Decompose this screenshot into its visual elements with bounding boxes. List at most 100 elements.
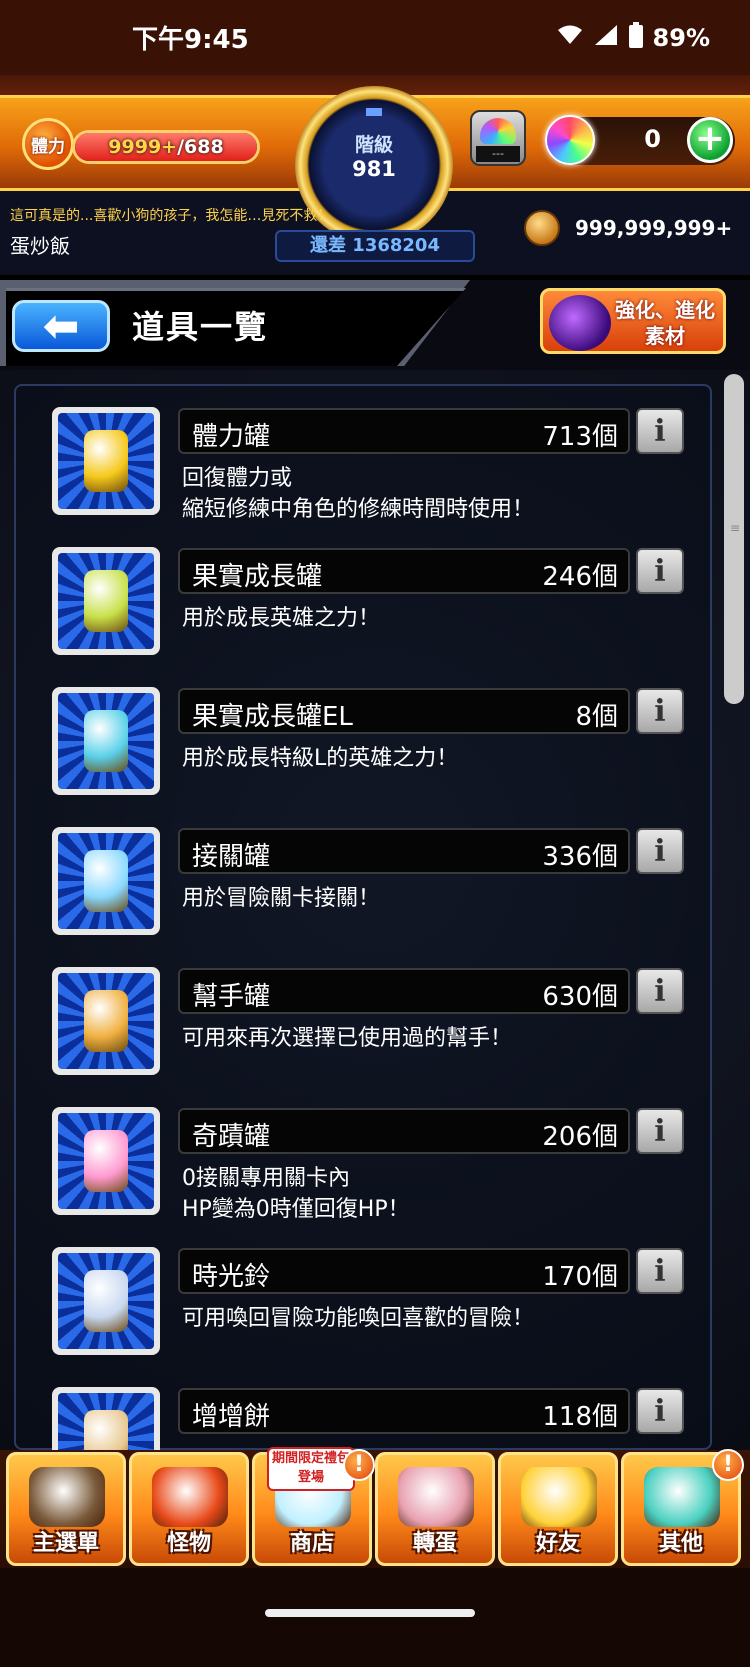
- item-glyph: [84, 570, 128, 632]
- monster-icon: [152, 1467, 228, 1527]
- stamina-can-icon[interactable]: [52, 407, 160, 515]
- home-indicator[interactable]: [265, 1609, 475, 1617]
- item-glyph: [84, 1270, 128, 1332]
- item-count: 118個: [542, 1402, 618, 1432]
- nav-button[interactable]: 商店 期間限定禮包登場!: [252, 1447, 375, 1566]
- scroll-grip-icon: ≡: [730, 521, 741, 535]
- continue-jar-icon[interactable]: [52, 827, 160, 935]
- exp-remaining: 還差 1368204: [275, 230, 475, 262]
- info-icon: i: [654, 1113, 666, 1149]
- item-row[interactable]: 幫手罐 630個 i 可用來再次選擇已使用過的幫手！: [50, 967, 690, 1078]
- nav-label: 商店: [289, 1531, 334, 1556]
- wifi-icon: [557, 24, 583, 52]
- time-bell-icon[interactable]: [52, 1247, 160, 1355]
- info-button[interactable]: i: [636, 968, 684, 1014]
- info-icon: i: [654, 553, 666, 589]
- item-name-bar: 增增餅 118個: [178, 1388, 630, 1434]
- nav-label: 怪物: [166, 1531, 211, 1556]
- rank-label: 階級: [354, 134, 393, 156]
- nav-label: 其他: [658, 1531, 703, 1556]
- add-orbs-button[interactable]: +: [687, 117, 733, 163]
- item-glyph: [84, 1130, 128, 1192]
- back-button[interactable]: ⬅: [12, 300, 110, 352]
- system-nav-area: [0, 1568, 750, 1667]
- info-button[interactable]: i: [636, 548, 684, 594]
- gacha-machine-icon[interactable]: ---: [470, 110, 526, 166]
- page-title: 道具一覽: [132, 308, 269, 346]
- item-glyph: [84, 850, 128, 912]
- item-count: 8個: [575, 702, 618, 732]
- item-name: 體力罐: [192, 422, 271, 452]
- fruit-growth-bottle-icon[interactable]: [52, 547, 160, 655]
- item-description: 0接關專用關卡內 HP變為0時僅回復HP！: [182, 1166, 410, 1222]
- stamina-current: 9999+: [108, 136, 178, 158]
- info-icon: i: [654, 1393, 666, 1429]
- info-button[interactable]: i: [636, 688, 684, 734]
- info-button[interactable]: i: [636, 828, 684, 874]
- item-name: 接關罐: [192, 842, 271, 872]
- limited-offer-badge: 期間限定禮包登場: [267, 1447, 355, 1491]
- status-bar: 下午9:45 89%: [0, 0, 750, 75]
- orb-count: 0: [644, 125, 661, 153]
- info-icon: i: [654, 973, 666, 1009]
- info-button[interactable]: i: [636, 1388, 684, 1434]
- title-bar: ⬅ 道具一覽 強化、進化素材: [0, 280, 750, 370]
- item-count: 206個: [542, 1122, 618, 1152]
- item-name-bar: 果實成長罐EL 8個: [178, 688, 630, 734]
- scrollbar[interactable]: ≡: [722, 374, 744, 1450]
- gacha-characters-icon: [398, 1467, 474, 1527]
- gacha-screen: ---: [476, 146, 520, 162]
- item-name: 增增餅: [192, 1402, 271, 1432]
- info-button[interactable]: i: [636, 1108, 684, 1154]
- item-name-bar: 體力罐 713個: [178, 408, 630, 454]
- item-glyph: [84, 430, 128, 492]
- materials-button[interactable]: 強化、進化素材: [540, 288, 726, 354]
- item-row[interactable]: 體力罐 713個 i 回復體力或 縮短修練中角色的修練時間時使用！: [50, 407, 690, 522]
- item-list[interactable]: 體力罐 713個 i 回復體力或 縮短修練中角色的修練時間時使用！ 果實成長罐 246個 i…: [14, 384, 712, 1495]
- alert-icon: !: [343, 1449, 375, 1481]
- item-count: 170個: [542, 1262, 618, 1292]
- item-name: 奇蹟罐: [192, 1122, 271, 1152]
- nav-button[interactable]: 其他!: [621, 1449, 744, 1566]
- scroll-thumb[interactable]: ≡: [724, 374, 744, 704]
- stamina-bar[interactable]: 9999+ /688: [72, 130, 260, 164]
- miracle-heart-jar-icon[interactable]: [52, 1107, 160, 1215]
- nav-button[interactable]: 主選單: [6, 1452, 126, 1566]
- back-arrow-icon: ⬅: [42, 300, 80, 352]
- item-row[interactable]: 果實成長罐EL 8個 i 用於成長特級L的英雄之力！: [50, 687, 690, 798]
- helper-jar-icon[interactable]: [52, 967, 160, 1075]
- alert-icon: !: [712, 1449, 744, 1481]
- item-count: 630個: [542, 982, 618, 1012]
- rank-up-icon: [366, 108, 382, 116]
- item-count: 246個: [542, 562, 618, 592]
- stamina-icon: 體力: [22, 118, 74, 170]
- item-row[interactable]: 時光鈴 170個 i 可用喚回冒險功能喚回喜歡的冒險！: [50, 1247, 690, 1358]
- info-icon: i: [654, 413, 666, 449]
- item-row[interactable]: 果實成長罐 246個 i 用於成長英雄之力！: [50, 547, 690, 658]
- battery-percent: 89%: [652, 23, 710, 52]
- rainbow-orb-icon: [545, 115, 595, 165]
- nav-button[interactable]: 轉蛋: [375, 1452, 495, 1566]
- status-icons: 89%: [557, 21, 710, 54]
- signal-icon: [593, 23, 619, 53]
- friends-balloon-icon: [521, 1467, 597, 1527]
- status-time: 下午9:45: [132, 25, 249, 55]
- other-question-icon: [644, 1467, 720, 1527]
- info-button[interactable]: i: [636, 1248, 684, 1294]
- player-message: 這可真是的...喜歡小狗的孩子，我怎能…見死不救！: [10, 208, 332, 224]
- item-description: 回復體力或 縮短修練中角色的修練時間時使用！: [182, 466, 535, 522]
- nav-button[interactable]: 好友: [498, 1452, 618, 1566]
- item-row[interactable]: 接關罐 336個 i 用於冒險關卡接關！: [50, 827, 690, 938]
- materials-label: 強化、進化素材: [615, 298, 715, 348]
- coin-value: 999,999,999+: [575, 216, 733, 240]
- fruit-growth-el-bottle-icon[interactable]: [52, 687, 160, 795]
- gold-coin-icon: [524, 210, 560, 246]
- player-name: 蛋炒飯: [10, 234, 70, 258]
- nav-label: 主選單: [32, 1531, 99, 1556]
- nav-label: 轉蛋: [412, 1531, 457, 1556]
- info-icon: i: [654, 1253, 666, 1289]
- nav-button[interactable]: 怪物: [129, 1452, 249, 1566]
- info-button[interactable]: i: [636, 408, 684, 454]
- info-icon: i: [654, 693, 666, 729]
- item-row[interactable]: 奇蹟罐 206個 i 0接關專用關卡內 HP變為0時僅回復HP！: [50, 1107, 690, 1222]
